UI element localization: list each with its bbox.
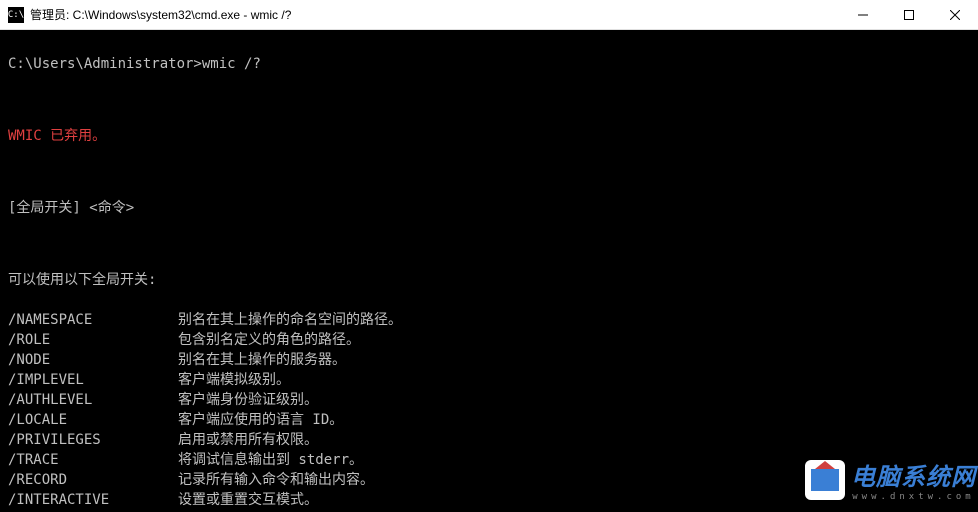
switch-name: /LOCALE [8,410,178,430]
switch-row: /LOCALE客户端应使用的语言 ID。 [8,410,970,430]
console-output[interactable]: C:\Users\Administrator>wmic /? WMIC 已弃用。… [0,30,978,512]
switch-row: /IMPLEVEL客户端模拟级别。 [8,370,970,390]
close-button[interactable] [932,0,978,29]
minimize-button[interactable] [840,0,886,29]
switch-row: /AUTHLEVEL客户端身份验证级别。 [8,390,970,410]
switch-desc: 将调试信息输出到 stderr。 [178,452,363,468]
maximize-button[interactable] [886,0,932,29]
switch-desc: 包含别名定义的角色的路径。 [178,332,360,348]
switch-desc: 记录所有输入命令和输出内容。 [178,472,374,488]
usage-syntax: [全局开关] <命令> [8,198,970,218]
switch-desc: 客户端身份验证级别。 [178,392,318,408]
switch-row: /PRIVILEGES启用或禁用所有权限。 [8,430,970,450]
switches-header: 可以使用以下全局开关: [8,270,970,290]
switch-name: /AUTHLEVEL [8,390,178,410]
deprecation-notice: WMIC 已弃用。 [8,126,970,146]
switch-row: /NODE别名在其上操作的服务器。 [8,350,970,370]
switch-row: /NAMESPACE别名在其上操作的命名空间的路径。 [8,310,970,330]
switch-desc: 别名在其上操作的服务器。 [178,352,346,368]
blank-line [8,166,970,178]
switch-row: /RECORD记录所有输入命令和输出内容。 [8,470,970,490]
switches-list: /NAMESPACE别名在其上操作的命名空间的路径。/ROLE包含别名定义的角色… [8,310,970,512]
blank-line [8,94,970,106]
switch-desc: 客户端应使用的语言 ID。 [178,412,343,428]
switch-name: /NAMESPACE [8,310,178,330]
window-title-bar[interactable]: C:\ 管理员: C:\Windows\system32\cmd.exe - w… [0,0,978,30]
switch-name: /TRACE [8,450,178,470]
switch-name: /RECORD [8,470,178,490]
prompt-command: wmic /? [202,56,261,72]
window-controls [840,0,978,29]
switch-name: /IMPLEVEL [8,370,178,390]
switch-row: /INTERACTIVE设置或重置交互模式。 [8,490,970,510]
prompt-path: C:\Users\Administrator> [8,56,202,72]
switch-row: /ROLE包含别名定义的角色的路径。 [8,330,970,350]
window-title: 管理员: C:\Windows\system32\cmd.exe - wmic … [30,6,840,23]
switch-desc: 设置或重置交互模式。 [178,492,318,508]
switch-desc: 客户端模拟级别。 [178,372,290,388]
switch-name: /ROLE [8,330,178,350]
switch-name: /NODE [8,350,178,370]
switch-name: /INTERACTIVE [8,490,178,510]
switch-desc: 启用或禁用所有权限。 [178,432,318,448]
cmd-icon: C:\ [8,7,24,23]
switch-name: /PRIVILEGES [8,430,178,450]
switch-row: /TRACE将调试信息输出到 stderr。 [8,450,970,470]
switch-desc: 别名在其上操作的命名空间的路径。 [178,312,402,328]
blank-line [8,238,970,250]
